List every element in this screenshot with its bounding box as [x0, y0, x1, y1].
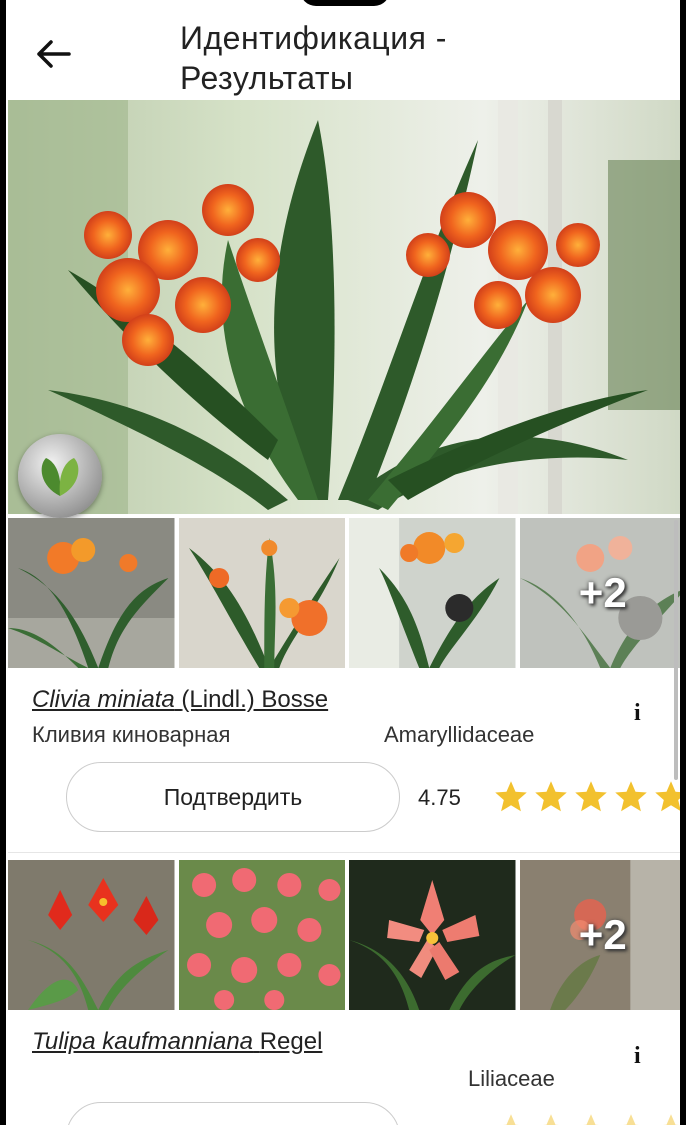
star-icon	[502, 1114, 520, 1125]
main-plant-photo[interactable]	[8, 100, 686, 514]
info-icon[interactable]: i	[634, 1043, 641, 1070]
result-2-thumbnails: +2	[8, 860, 686, 1010]
thumbnail[interactable]	[8, 518, 175, 668]
latin-name: Clivia miniata	[32, 686, 175, 713]
thumbnail[interactable]	[8, 860, 175, 1010]
result-2-scientific-name[interactable]: Tulipa kaufmanniana Regel	[32, 1028, 322, 1056]
thumbnail[interactable]	[178, 518, 345, 668]
more-images-count: +2	[578, 911, 627, 958]
latin-name: Tulipa kaufmanniana	[32, 1028, 254, 1055]
info-icon[interactable]: i	[634, 700, 641, 727]
star-icon	[622, 1114, 640, 1125]
star-icon	[535, 781, 567, 812]
back-button[interactable]	[28, 34, 78, 74]
result-2-rating	[492, 1112, 686, 1125]
author: Regel	[259, 1028, 323, 1055]
result-1-scientific-name[interactable]: Clivia miniata (Lindl.) Bosse	[32, 686, 328, 714]
result-1-rating	[492, 779, 686, 815]
frame-edge-left	[0, 0, 6, 1125]
thumbnail[interactable]	[178, 860, 345, 1010]
header-bar: Идентификация - Результаты	[0, 0, 686, 100]
page-title-line2: Результаты	[180, 60, 354, 96]
top-notch	[300, 0, 390, 6]
arrow-left-icon	[37, 40, 71, 68]
thumbnail[interactable]	[349, 518, 516, 668]
result-1-score: 4.75	[418, 785, 461, 810]
more-images-thumbnail[interactable]: +2	[519, 518, 686, 668]
leaf-badge-icon	[18, 434, 102, 518]
star-icon	[495, 781, 527, 812]
result-1-common-name: Кливия киноварная	[32, 722, 231, 747]
result-2-latin-link[interactable]: Tulipa kaufmanniana Regel	[32, 1028, 322, 1055]
star-icon	[542, 1114, 560, 1125]
frame-edge-right	[680, 0, 686, 1125]
star-icon	[575, 781, 607, 812]
more-images-thumbnail[interactable]: +2	[519, 860, 686, 1010]
result-1-family: Amaryllidaceae	[384, 722, 535, 747]
divider	[8, 852, 686, 853]
more-images-count: +2	[578, 569, 627, 616]
confirm-button[interactable]: Подтвердить	[66, 762, 400, 832]
result-1-latin-link[interactable]: Clivia miniata (Lindl.) Bosse	[32, 686, 328, 713]
result-1-thumbnails: +2	[8, 518, 686, 668]
thumbnail[interactable]	[349, 860, 516, 1010]
hero-image	[8, 100, 686, 514]
result-2-family: Liliaceae	[468, 1066, 555, 1091]
page-title-line1: Идентификация -	[180, 20, 447, 56]
page-title: Идентификация - Результаты	[180, 18, 447, 98]
scrollbar[interactable]	[674, 520, 678, 780]
star-icon	[615, 781, 647, 812]
confirm-button[interactable]	[66, 1102, 400, 1125]
author: (Lindl.) Bosse	[181, 686, 329, 713]
leaf-logo	[41, 458, 79, 496]
app-screen: Идентификация - Результаты +2 Clivia min…	[0, 0, 686, 1125]
star-icon	[582, 1114, 600, 1125]
